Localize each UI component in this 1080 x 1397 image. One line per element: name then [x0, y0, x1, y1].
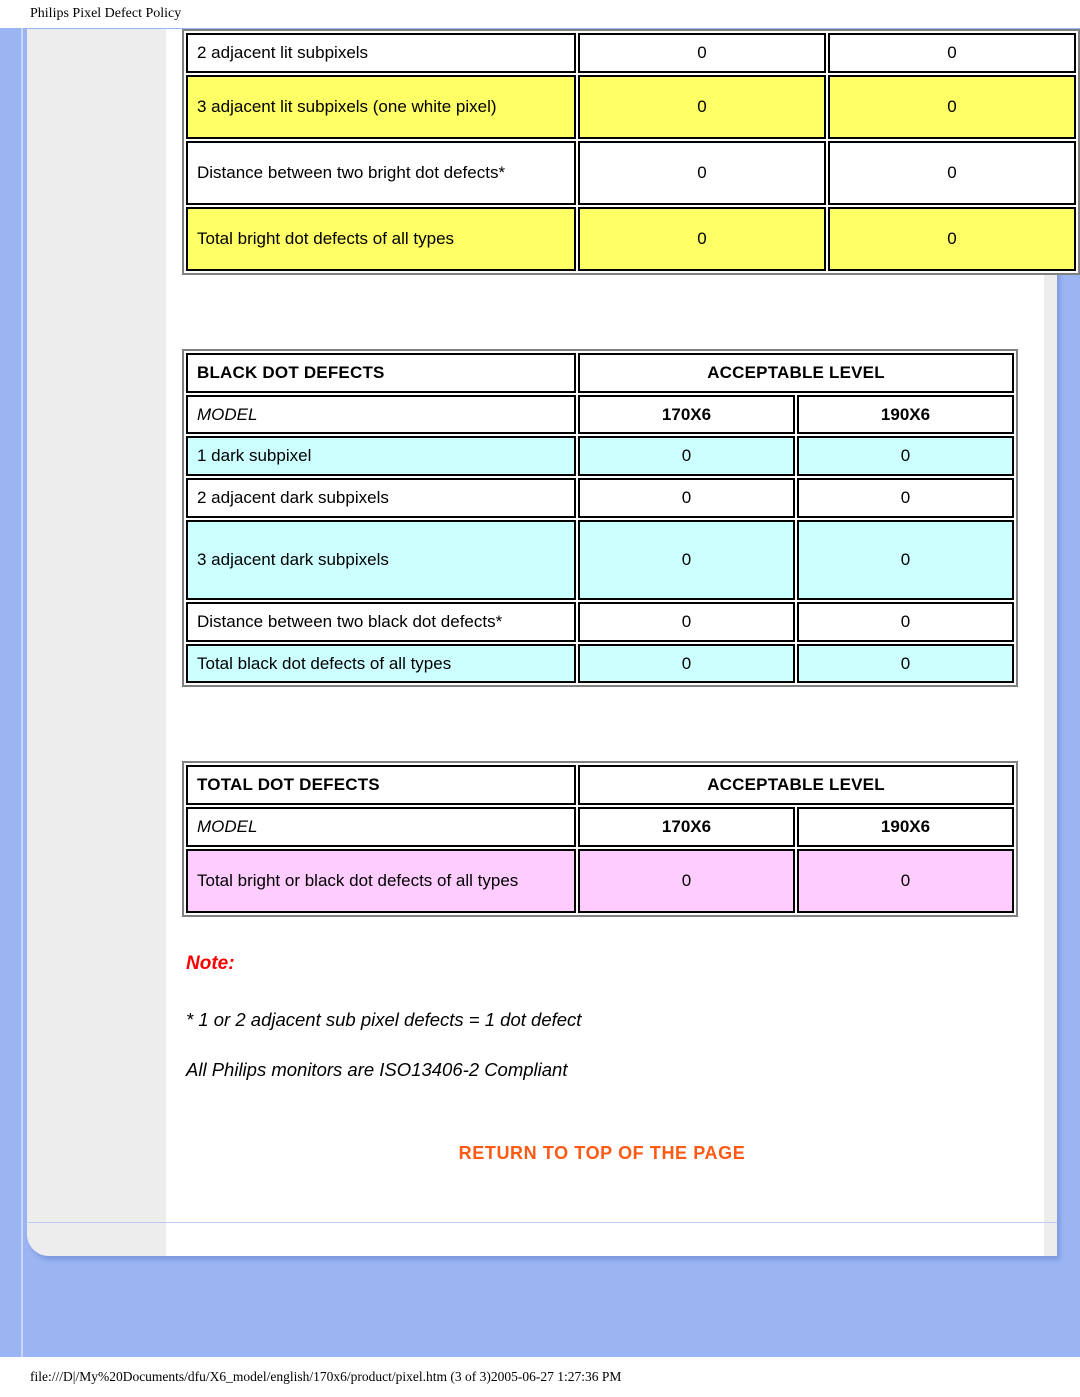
black-row-0-label: 1 dark subpixel — [186, 436, 576, 476]
table-row: Total black dot defects of all types 0 0 — [186, 643, 1014, 684]
total-row-0-value-190: 0 — [797, 848, 1014, 913]
black-row-0-value-190: 0 — [797, 436, 1014, 476]
panel-divider — [28, 1222, 1057, 1223]
table-row: 3 adjacent dark subpixels 0 0 — [186, 519, 1014, 600]
black-row-0-value-170: 0 — [578, 436, 795, 476]
black-row-3-label: Distance between two black dot defects* — [186, 601, 576, 642]
note-line-2: All Philips monitors are ISO13406-2 Comp… — [186, 1058, 568, 1080]
black-row-1-value-190: 0 — [797, 478, 1014, 518]
total-row-0-value-170: 0 — [578, 848, 795, 913]
black-table-model-label: MODEL — [186, 394, 576, 435]
total-table-header-left: TOTAL DOT DEFECTS — [186, 765, 576, 805]
sidebar-column — [27, 29, 166, 1256]
black-row-4-value-190: 0 — [797, 643, 1014, 684]
note-line-1: * 1 or 2 adjacent sub pixel defects = 1 … — [186, 1008, 582, 1030]
table-row: 1 dark subpixel 0 0 — [186, 436, 1014, 476]
black-table-header-right: ACCEPTABLE LEVEL — [578, 352, 1014, 393]
table-model-row: MODEL 170X6 190X6 — [186, 394, 1014, 435]
black-row-4-label: Total black dot defects of all types — [186, 643, 576, 684]
bright-row-1-value-190: 0 — [828, 74, 1076, 139]
black-table-header-left: BLACK DOT DEFECTS — [186, 352, 576, 393]
black-row-2-label: 3 adjacent dark subpixels — [186, 519, 576, 600]
return-to-top-link[interactable]: RETURN TO TOP OF THE PAGE — [459, 1143, 746, 1163]
bright-row-3-value-170: 0 — [578, 206, 826, 271]
print-header-title: Philips Pixel Defect Policy — [0, 0, 1080, 28]
bright-row-2-value-170: 0 — [578, 140, 826, 205]
bright-row-3-label: Total bright dot defects of all types — [186, 206, 576, 271]
total-table-model-190: 190X6 — [797, 807, 1014, 847]
black-row-3-value-190: 0 — [797, 601, 1014, 642]
bright-row-0-label: 2 adjacent lit subpixels — [186, 33, 576, 73]
bright-row-0-value-190: 0 — [828, 33, 1076, 73]
return-link-container: RETURN TO TOP OF THE PAGE — [182, 1143, 1022, 1164]
total-table-model-label: MODEL — [186, 807, 576, 847]
total-dot-defects-table: TOTAL DOT DEFECTS ACCEPTABLE LEVEL MODEL… — [182, 761, 1018, 917]
table-row: Distance between two bright dot defects*… — [186, 140, 1076, 205]
table-header-row: BLACK DOT DEFECTS ACCEPTABLE LEVEL — [186, 352, 1014, 393]
bright-row-3-value-190: 0 — [828, 206, 1076, 271]
content-area: 2 adjacent lit subpixels 0 0 3 adjacent … — [182, 29, 1080, 1164]
black-row-2-value-170: 0 — [578, 519, 795, 600]
left-vertical-rule — [21, 28, 23, 1357]
table-model-row: MODEL 170X6 190X6 — [186, 807, 1014, 847]
table-row: 3 adjacent lit subpixels (one white pixe… — [186, 74, 1076, 139]
bright-row-0-value-170: 0 — [578, 33, 826, 73]
total-table-model-170: 170X6 — [578, 807, 795, 847]
black-table-model-190: 190X6 — [797, 394, 1014, 435]
total-table-header-right: ACCEPTABLE LEVEL — [578, 765, 1014, 805]
table-row: Total bright dot defects of all types 0 … — [186, 206, 1076, 271]
bright-row-1-label: 3 adjacent lit subpixels (one white pixe… — [186, 74, 576, 139]
bright-row-2-value-190: 0 — [828, 140, 1076, 205]
black-table-model-170: 170X6 — [578, 394, 795, 435]
total-row-0-label: Total bright or black dot defects of all… — [186, 848, 576, 913]
bright-row-1-value-170: 0 — [578, 74, 826, 139]
black-dot-defects-table: BLACK DOT DEFECTS ACCEPTABLE LEVEL MODEL… — [182, 348, 1018, 688]
black-row-1-value-170: 0 — [578, 478, 795, 518]
table-row: 2 adjacent dark subpixels 0 0 — [186, 478, 1014, 518]
print-footer-path: file:///D|/My%20Documents/dfu/X6_model/e… — [0, 1357, 1080, 1397]
black-row-2-value-190: 0 — [797, 519, 1014, 600]
table-row: Total bright or black dot defects of all… — [186, 848, 1014, 913]
table-row: 2 adjacent lit subpixels 0 0 — [186, 33, 1076, 73]
bright-row-2-label: Distance between two bright dot defects* — [186, 140, 576, 205]
black-row-4-value-170: 0 — [578, 643, 795, 684]
black-row-1-label: 2 adjacent dark subpixels — [186, 478, 576, 518]
table-row: Distance between two black dot defects* … — [186, 601, 1014, 642]
table-header-row: TOTAL DOT DEFECTS ACCEPTABLE LEVEL — [186, 765, 1014, 805]
black-row-3-value-170: 0 — [578, 601, 795, 642]
note-heading: Note: — [186, 952, 235, 974]
bright-dot-defects-table: 2 adjacent lit subpixels 0 0 3 adjacent … — [182, 29, 1080, 275]
